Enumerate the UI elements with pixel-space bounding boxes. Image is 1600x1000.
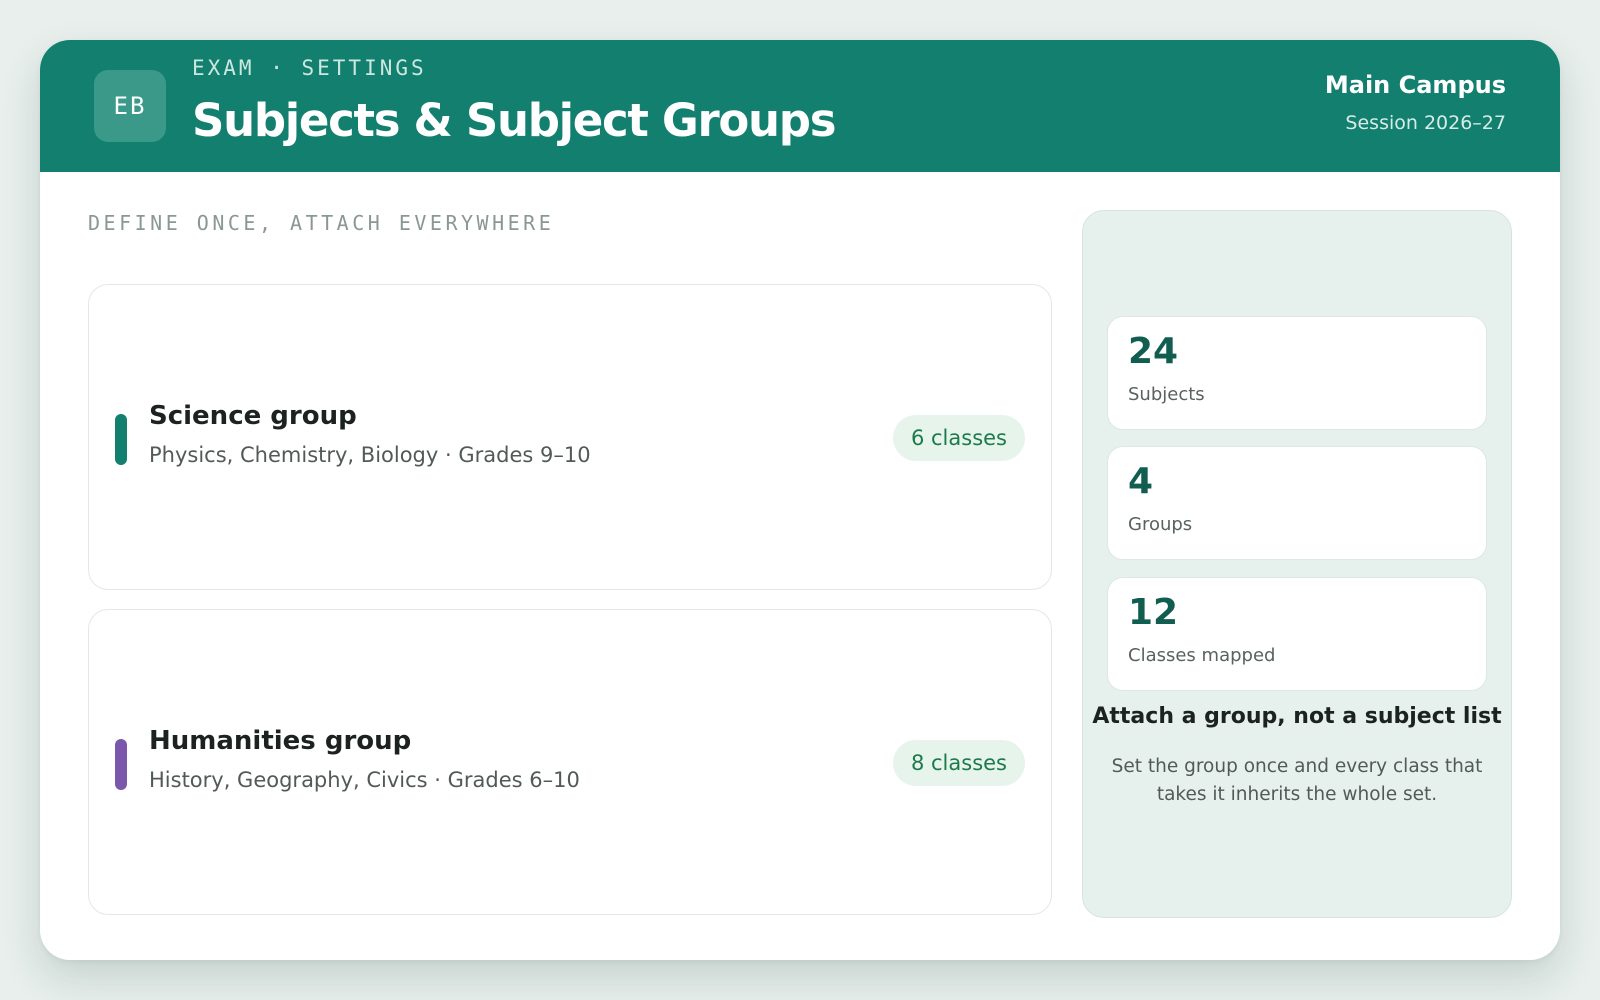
stat-label: Subjects	[1128, 384, 1205, 405]
tip-title: Attach a group, not a subject list	[1092, 704, 1502, 729]
section-label: DEFINE ONCE, ATTACH EVERYWHERE	[88, 211, 555, 235]
stat-label: Groups	[1128, 514, 1193, 535]
group-accent-bar	[115, 739, 127, 790]
class-count-badge[interactable]: 6 classes	[892, 415, 1025, 461]
stat-card-classes-mapped: 12 Classes mapped	[1107, 577, 1487, 691]
stat-value: 4	[1128, 461, 1154, 502]
app-logo: EB	[94, 70, 166, 142]
stat-card-groups: 4 Groups	[1107, 446, 1487, 560]
stat-label: Classes mapped	[1128, 645, 1276, 666]
group-card-humanities[interactable]: Humanities group History, Geography, Civ…	[88, 609, 1052, 915]
group-description: History, Geography, Civics · Grades 6–10	[149, 768, 580, 792]
page-header: EB EXAM · SETTINGS Subjects & Subject Gr…	[40, 40, 1560, 172]
app-window: EB EXAM · SETTINGS Subjects & Subject Gr…	[40, 40, 1560, 960]
class-count-badge[interactable]: 8 classes	[892, 740, 1025, 786]
group-description: Physics, Chemistry, Biology · Grades 9–1…	[149, 443, 591, 467]
summary-panel: 24 Subjects 4 Groups 12 Classes mapped A…	[1082, 210, 1512, 918]
stat-card-subjects: 24 Subjects	[1107, 316, 1487, 430]
page-title: Subjects & Subject Groups	[192, 94, 836, 147]
stat-value: 12	[1128, 592, 1179, 633]
group-accent-bar	[115, 414, 127, 465]
group-name: Humanities group	[149, 726, 412, 756]
session-label: Session 2026–27	[1345, 112, 1506, 134]
stat-value: 24	[1128, 331, 1179, 372]
campus-name: Main Campus	[1324, 71, 1506, 99]
tip-text: Set the group once and every class that …	[1111, 756, 1483, 805]
group-card-science[interactable]: Science group Physics, Chemistry, Biolog…	[88, 284, 1052, 590]
breadcrumb: EXAM · SETTINGS	[192, 56, 427, 80]
group-name: Science group	[149, 401, 357, 431]
